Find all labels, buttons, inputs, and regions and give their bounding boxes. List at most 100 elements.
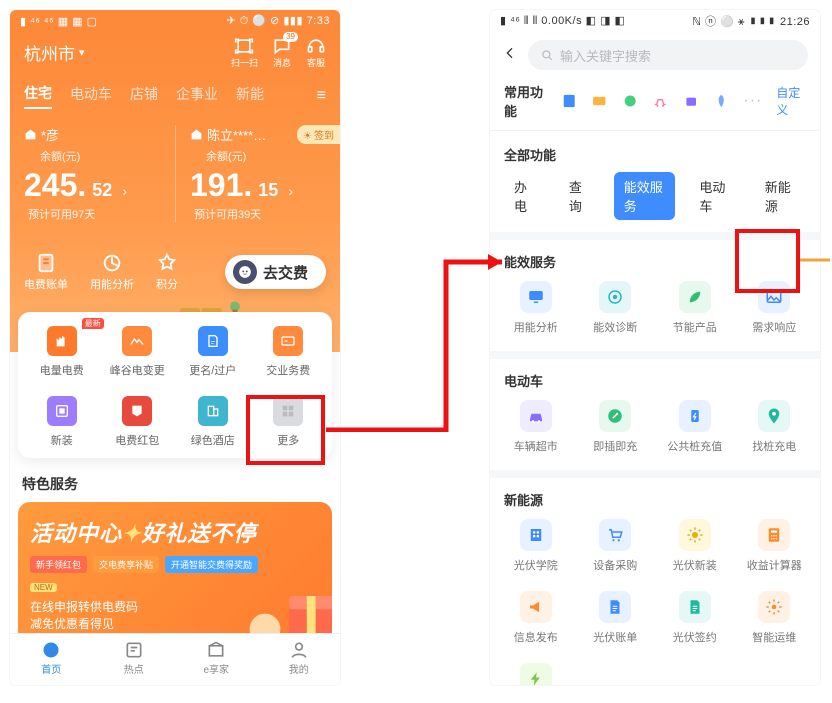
- cell-信息发布[interactable]: 信息发布: [496, 591, 576, 645]
- more-dots-icon[interactable]: ···: [743, 92, 762, 110]
- service-峰谷电变更[interactable]: 峰谷电变更: [100, 326, 176, 378]
- cell-label: 需求响应: [735, 319, 815, 335]
- fav-icon-4[interactable]: [652, 91, 668, 111]
- nav-ehome[interactable]: e享家: [175, 634, 258, 685]
- pill-query[interactable]: 查询: [559, 172, 600, 220]
- cell-光伏新装[interactable]: 光伏新装: [655, 519, 735, 573]
- cart-icon: [599, 519, 631, 551]
- cell-电费结算[interactable]: 电费结算: [496, 663, 576, 685]
- service-label: 新装: [24, 432, 100, 448]
- cell-设备采购[interactable]: 设备采购: [576, 519, 656, 573]
- cell-label: 能效诊断: [576, 319, 656, 335]
- cell-label: 车辆超市: [496, 438, 576, 454]
- service-新装[interactable]: 新装: [24, 396, 100, 448]
- target-icon: [599, 281, 631, 313]
- fav-icon-2[interactable]: [591, 91, 607, 111]
- messages-icon[interactable]: 39 消息: [272, 36, 292, 69]
- section-新能源: 新能源光伏学院设备采购光伏新装收益计算器信息发布光伏账单光伏签约智能运维电费结算: [490, 470, 820, 685]
- category-pills: 办电 查询 能效服务 电动车 新能源: [490, 172, 820, 232]
- fav-icon-1[interactable]: [561, 91, 577, 111]
- flow-arrow: [326, 252, 516, 432]
- cell-节能产品[interactable]: 节能产品: [655, 281, 735, 335]
- home-screen: ▮ ⁴⁶ ⁴⁶ ▦ ▦ ▢ ✈ ⏱ ⚪ ⊘ ▮▮▮ 7:33 杭州市▾ 扫一扫 …: [10, 10, 340, 685]
- pill-new[interactable]: 新能源: [755, 172, 806, 220]
- tab-ev[interactable]: 电动车: [70, 84, 112, 108]
- scan-icon[interactable]: 扫一扫: [231, 36, 258, 69]
- 交业务费-icon: [273, 326, 303, 356]
- cell-光伏签约[interactable]: 光伏签约: [655, 591, 735, 645]
- 更名/过户-icon: [198, 326, 228, 356]
- go-pay-button[interactable]: 去交费: [225, 255, 326, 289]
- cell-即插即充[interactable]: 即插即充: [576, 400, 656, 454]
- tab-house[interactable]: 住宅: [24, 83, 52, 109]
- cell-车辆超市[interactable]: 车辆超市: [496, 400, 576, 454]
- account-card-2[interactable]: ☀签到 陈立****… 余额(元) 191.15› 预计可用39天: [175, 125, 326, 222]
- cell-label: 光伏账单: [576, 629, 656, 645]
- mini-points[interactable]: 积分: [156, 252, 178, 292]
- cell-收益计算器[interactable]: 收益计算器: [735, 519, 815, 573]
- cell-用能分析[interactable]: 用能分析: [496, 281, 576, 335]
- service-电量电费[interactable]: 最新电量电费: [24, 326, 100, 378]
- promo-banner[interactable]: 活动中心✦好礼送不停 新手领红包 交电费享补贴 开通智能交费得奖励 NEW 在线…: [18, 502, 332, 652]
- gear-icon: [758, 591, 790, 623]
- pin-icon: [758, 400, 790, 432]
- service-label: 电费红包: [100, 432, 176, 448]
- bolt-icon: [520, 663, 552, 685]
- service-label: 电量电费: [24, 362, 100, 378]
- checkin-badge[interactable]: ☀签到: [297, 125, 340, 144]
- chevron-right-icon: ›: [122, 183, 127, 199]
- horn-icon: [520, 591, 552, 623]
- cell-label: 光伏学院: [496, 557, 576, 573]
- mini-bill[interactable]: 电费账单: [24, 252, 68, 292]
- status-bar: ▮ ⁴⁶ ⁴⁶ ▦ ▦ ▢ ✈ ⏱ ⚪ ⊘ ▮▮▮ 7:33: [10, 10, 340, 32]
- customize-button[interactable]: 自定义: [776, 84, 806, 118]
- tab-shop[interactable]: 店铺: [130, 84, 158, 108]
- back-icon[interactable]: [502, 45, 518, 66]
- cell-光伏学院[interactable]: 光伏学院: [496, 519, 576, 573]
- cell-能效诊断[interactable]: 能效诊断: [576, 281, 656, 335]
- cell-label: 找桩充电: [735, 438, 815, 454]
- fav-icon-3[interactable]: [622, 91, 638, 111]
- wrench-icon: [599, 400, 631, 432]
- account-card-1[interactable]: *彦 余额(元) 245.52› 预计可用97天: [24, 125, 175, 222]
- bot-icon: [233, 260, 257, 284]
- status-bar: ▮ ⁴⁶ ⫴ ⫴ 0.00K/s ◧ ◨ ◧ℕ ⓝ ⚪ ⚹ ▮▮▮ 21:26: [490, 10, 820, 32]
- cell-智能运维[interactable]: 智能运维: [735, 591, 815, 645]
- cell-公共桩充值[interactable]: 公共桩充值: [655, 400, 735, 454]
- pill-apply[interactable]: 办电: [504, 172, 545, 220]
- cell-找桩充电[interactable]: 找桩充电: [735, 400, 815, 454]
- cell-label: 设备采购: [576, 557, 656, 573]
- service-更名/过户[interactable]: 更名/过户: [175, 326, 251, 378]
- service-label: 绿色酒店: [175, 432, 251, 448]
- cell-label: 智能运维: [735, 629, 815, 645]
- 新装-icon: [47, 396, 77, 426]
- tabs-more-icon[interactable]: ≡: [317, 87, 326, 105]
- service-交业务费[interactable]: 交业务费: [251, 326, 327, 378]
- charge-icon: [679, 400, 711, 432]
- nav-home[interactable]: 首页: [10, 634, 93, 685]
- highlight-demand: [735, 229, 800, 293]
- doc-icon: [599, 591, 631, 623]
- service-绿色酒店[interactable]: 绿色酒店: [175, 396, 251, 448]
- fav-icon-5[interactable]: [683, 91, 699, 111]
- 绿色酒店-icon: [198, 396, 228, 426]
- service-label: 更名/过户: [175, 362, 251, 378]
- pill-ev[interactable]: 电动车: [689, 172, 740, 220]
- fav-icon-6[interactable]: [713, 91, 729, 111]
- cell-label: 公共桩充值: [655, 438, 735, 454]
- mini-analysis[interactable]: 用能分析: [90, 252, 134, 292]
- pill-eff[interactable]: 能效服务: [614, 172, 676, 220]
- nav-me[interactable]: 我的: [258, 634, 341, 685]
- tab-newenergy[interactable]: 新能: [236, 84, 264, 108]
- nav-topics[interactable]: 热点: [93, 634, 176, 685]
- cell-label: 收益计算器: [735, 557, 815, 573]
- bottom-nav: 首页 热点 e享家 我的: [10, 633, 340, 685]
- cell-label: 光伏签约: [655, 629, 735, 645]
- city-picker[interactable]: 杭州市▾: [24, 40, 85, 65]
- leaf-icon: [679, 281, 711, 313]
- cell-光伏账单[interactable]: 光伏账单: [576, 591, 656, 645]
- service-电费红包[interactable]: 电费红包: [100, 396, 176, 448]
- tab-business[interactable]: 企事业: [176, 84, 218, 108]
- search-input[interactable]: 输入关键字搜索: [528, 40, 808, 70]
- support-icon[interactable]: 客服: [306, 36, 326, 69]
